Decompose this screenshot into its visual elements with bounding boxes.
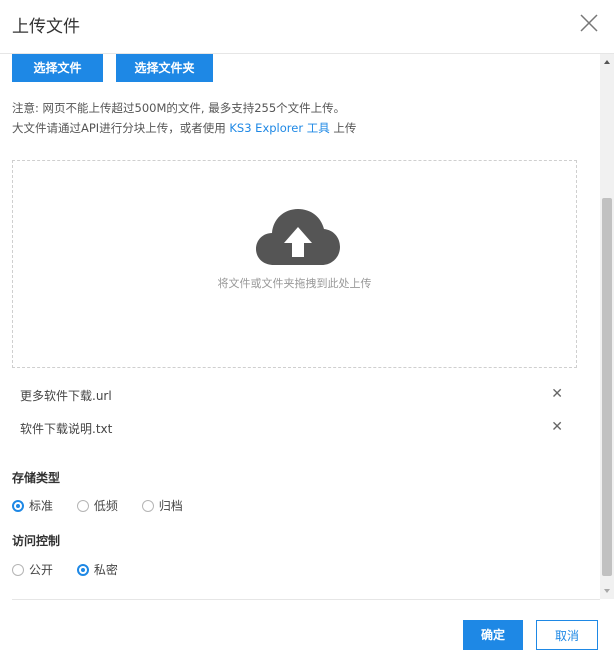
radio-label: 归档 — [158, 499, 183, 513]
close-icon[interactable] — [578, 12, 600, 34]
radio-unchecked-icon[interactable] — [76, 499, 89, 512]
ks3-explorer-link[interactable]: KS3 Explorer 工具 — [229, 121, 329, 135]
dialog-header: 上传文件 — [0, 0, 614, 54]
radio-unchecked-icon[interactable] — [141, 499, 154, 512]
file-name: 软件下载说明.txt — [20, 422, 113, 436]
file-name: 更多软件下载.url — [20, 389, 112, 403]
remove-file-icon[interactable]: ✕ — [551, 419, 563, 435]
file-list-item: 软件下载说明.txt ✕ — [12, 419, 579, 440]
select-file-button[interactable]: 选择文件 — [12, 54, 103, 82]
storage-option-archive[interactable]: 归档 — [141, 497, 183, 514]
scroll-down-arrow-icon[interactable] — [604, 589, 610, 593]
footer-divider — [12, 599, 600, 600]
notice-line-2-suffix: 上传 — [329, 121, 357, 135]
scrollbar-thumb[interactable] — [602, 198, 612, 576]
access-option-public[interactable]: 公开 — [12, 561, 53, 578]
cancel-button[interactable]: 取消 — [536, 620, 598, 650]
cloud-upload-icon — [256, 209, 340, 265]
notice-line-2: 大文件请通过API进行分块上传，或者使用 KS3 Explorer 工具 上传 — [12, 120, 356, 136]
vertical-scrollbar[interactable] — [600, 54, 614, 599]
drop-zone[interactable]: 将文件或文件夹拖拽到此处上传 — [12, 160, 577, 368]
drop-zone-text: 将文件或文件夹拖拽到此处上传 — [217, 277, 372, 290]
select-folder-button[interactable]: 选择文件夹 — [116, 54, 213, 82]
access-control-radio-group: 公开 私密 — [12, 561, 138, 579]
storage-type-radio-group: 标准 低频 归档 — [12, 497, 203, 515]
access-option-private[interactable]: 私密 — [76, 561, 118, 578]
radio-label: 私密 — [93, 563, 118, 577]
dialog-title: 上传文件 — [12, 17, 80, 37]
radio-checked-icon[interactable] — [12, 499, 24, 512]
access-control-label: 访问控制 — [12, 534, 61, 548]
storage-option-standard[interactable]: 标准 — [12, 497, 53, 514]
radio-label: 公开 — [29, 563, 54, 577]
radio-checked-icon[interactable] — [76, 563, 89, 576]
file-list-item: 更多软件下载.url ✕ — [12, 386, 579, 407]
scroll-up-arrow-icon[interactable] — [604, 60, 610, 64]
notice-line-1: 注意: 网页不能上传超过500M的文件, 最多支持255个文件上传。 — [12, 101, 346, 115]
radio-unchecked-icon[interactable] — [12, 563, 24, 576]
storage-type-label: 存储类型 — [12, 471, 61, 485]
dialog-content: 选择文件 选择文件夹 注意: 网页不能上传超过500M的文件, 最多支持255个… — [0, 54, 600, 599]
confirm-button[interactable]: 确定 — [463, 620, 523, 650]
storage-option-infrequent[interactable]: 低频 — [76, 497, 118, 514]
radio-label: 低频 — [93, 499, 118, 513]
radio-label: 标准 — [29, 499, 54, 513]
notice-line-2-prefix: 大文件请通过API进行分块上传，或者使用 — [12, 121, 230, 135]
remove-file-icon[interactable]: ✕ — [551, 386, 563, 402]
